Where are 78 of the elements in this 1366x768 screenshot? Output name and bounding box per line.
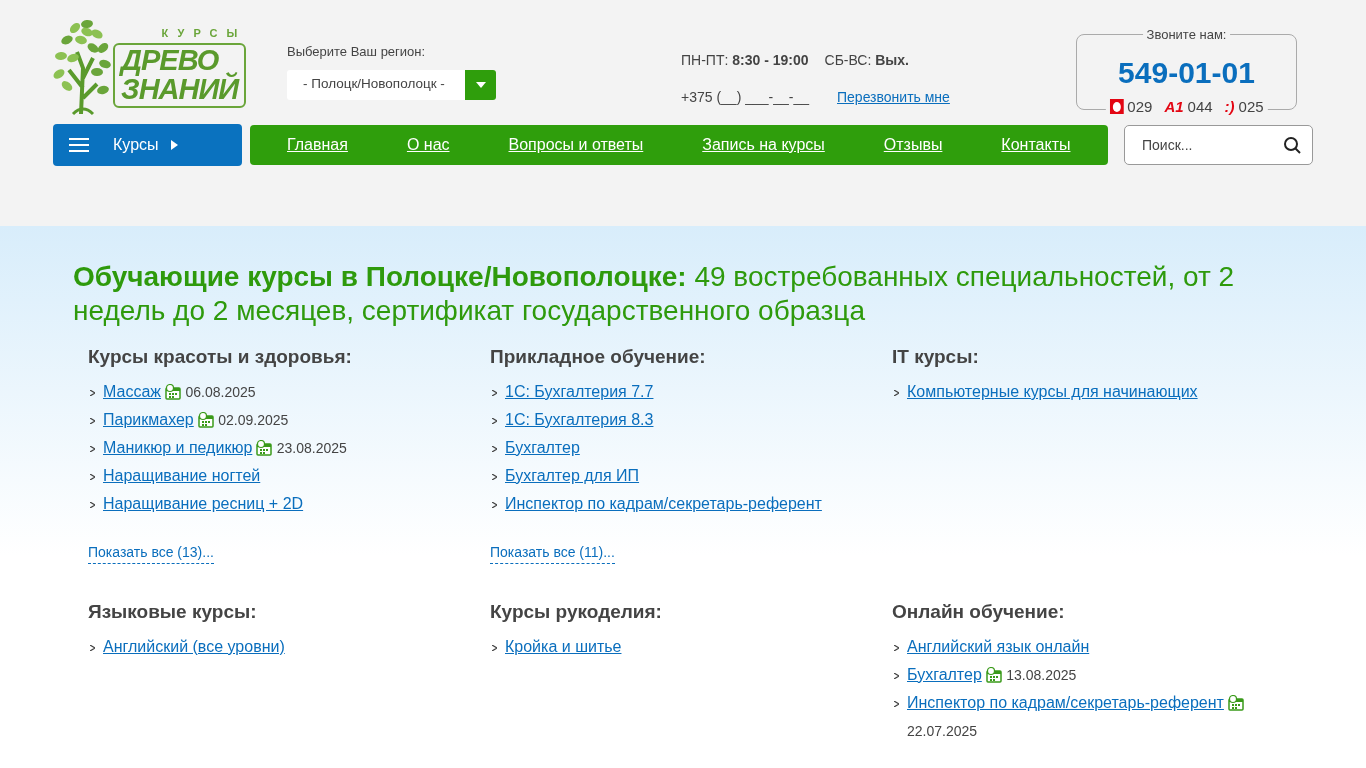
operator-code: 025 xyxy=(1238,96,1264,117)
course-link[interactable]: Бухгалтер xyxy=(505,438,580,456)
working-hours: СБ-ВС: Вых. xyxy=(824,51,909,70)
chevron-icon xyxy=(492,417,497,424)
logo-text: КУРСЫ xyxy=(161,28,247,39)
phone-field[interactable]: +375 (__) ___-__-__ xyxy=(681,87,821,108)
chevron-icon xyxy=(492,501,497,508)
show-all-link[interactable]: Показать все (13)... xyxy=(88,541,214,564)
course-link[interactable]: Кройка и шитье xyxy=(505,637,622,655)
chevron-icon xyxy=(492,389,497,396)
phone-number: 549-01-01 xyxy=(1118,54,1255,91)
calendar-icon xyxy=(197,412,214,429)
category-title: Языковые курсы: xyxy=(88,600,258,625)
show-all-link[interactable]: Показать все (11)... xyxy=(490,541,615,564)
course-link[interactable]: Английский (все уровни) xyxy=(103,637,285,655)
nav-link[interactable]: Контакты xyxy=(1001,133,1071,157)
course-link[interactable]: Парикмахер xyxy=(103,410,194,428)
chevron-icon xyxy=(90,417,95,424)
region-label: Выберите Ваш регион: xyxy=(287,43,427,61)
operator-icon: A1 xyxy=(1164,95,1184,118)
chevron-icon xyxy=(90,644,95,651)
caret-icon xyxy=(170,140,178,150)
category-title: IT курсы: xyxy=(892,345,980,370)
chevron-icon xyxy=(90,473,95,480)
start-date: 22.07.2025 xyxy=(907,722,978,739)
course-link[interactable]: Инспектор по кадрам/секретарь-референт xyxy=(907,693,1224,711)
course-link[interactable]: Бухгалтер xyxy=(907,665,982,683)
tree-icon xyxy=(53,18,113,116)
course-link[interactable]: Инспектор по кадрам/секретарь-референт xyxy=(505,494,822,512)
course-link[interactable]: Массаж xyxy=(103,382,161,400)
operator-icon xyxy=(1109,99,1124,115)
chevron-icon xyxy=(492,445,497,452)
course-link[interactable]: Маникюр и педикюр xyxy=(103,438,253,456)
menu-icon xyxy=(69,138,89,152)
nav-link[interactable]: О нас xyxy=(406,133,450,157)
course-link[interactable]: 1С: Бухгалтерия 8.3 xyxy=(505,410,654,428)
region-select[interactable]: - Полоцк/Новополоцк - xyxy=(287,69,496,100)
chevron-icon xyxy=(90,501,95,508)
start-date: 13.08.2025 xyxy=(1006,666,1077,683)
course-link[interactable]: 1С: Бухгалтерия 7.7 xyxy=(505,382,654,400)
nav-link[interactable]: Главная xyxy=(287,133,348,157)
chevron-icon xyxy=(492,644,497,651)
course-link[interactable]: Бухгалтер для ИП xyxy=(505,466,640,484)
calendar-icon xyxy=(165,384,181,401)
nav-link[interactable]: Вопросы и ответы xyxy=(508,133,644,157)
course-link[interactable]: Наращивание ресниц + 2D xyxy=(103,494,304,512)
callback-link[interactable]: Перезвонить мне xyxy=(837,87,950,108)
search-field[interactable]: Поиск... xyxy=(1124,125,1313,165)
calendar-icon xyxy=(985,667,1002,684)
chevron-icon xyxy=(894,389,899,396)
chevron-icon xyxy=(90,445,95,452)
start-date: 23.08.2025 xyxy=(276,439,347,456)
start-date: 06.08.2025 xyxy=(185,383,256,400)
category-title: Курсы рукоделия: xyxy=(490,600,663,625)
category-title: Курсы красоты и здоровья: xyxy=(88,345,353,370)
course-link[interactable]: Наращивание ногтей xyxy=(103,466,261,484)
search-icon[interactable] xyxy=(1284,137,1301,154)
course-link[interactable]: Компьютерные курсы для начинающих xyxy=(907,382,1198,400)
chevron-icon xyxy=(894,672,899,679)
chevron-icon xyxy=(894,700,899,707)
operator-code: 044 xyxy=(1187,96,1213,117)
category-title: Онлайн обучение: xyxy=(892,600,1066,625)
start-date: 02.09.2025 xyxy=(218,411,289,428)
courses-button[interactable]: Курсы xyxy=(53,124,242,166)
headline: Обучающие курсы в Полоцке/Новополоцке: 49 востребованных специальностей, от 2 недель до 2 месяцев, сертификат государственного образца xyxy=(73,260,1236,328)
calendar-icon xyxy=(1227,695,1244,712)
course-link[interactable]: Английский язык онлайн xyxy=(907,637,1090,655)
chevron-icon xyxy=(492,473,497,480)
calendar-icon xyxy=(256,440,273,457)
chevron-icon xyxy=(894,644,899,651)
operator-icon: :) xyxy=(1224,95,1235,118)
nav-link[interactable]: Отзывы xyxy=(883,133,943,157)
caret-icon xyxy=(475,81,486,88)
nav-link[interactable]: Запись на курсы xyxy=(702,133,825,157)
category-title: Прикладное обучение: xyxy=(490,345,707,370)
working-hours: ПН-ПТ: 8:30 - 19:00 xyxy=(681,51,809,70)
chevron-icon xyxy=(90,389,95,396)
operator-code: 029 xyxy=(1127,96,1153,117)
